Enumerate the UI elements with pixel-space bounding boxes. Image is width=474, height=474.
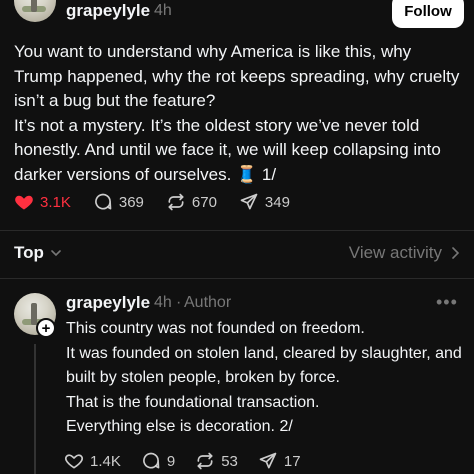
reply-line: This country was not founded on freedom. (66, 320, 365, 337)
follow-plus-icon[interactable]: + (36, 318, 56, 338)
like-button[interactable]: 3.1K (14, 192, 71, 212)
repost-icon (197, 452, 213, 470)
post-paragraph: You want to understand why America is li… (14, 42, 460, 110)
reply-reply-count: 9 (166, 452, 176, 470)
reply-like-button[interactable]: 1.4K (64, 451, 121, 471)
comment-bubble-icon (142, 452, 160, 469)
send-icon (259, 452, 277, 469)
reply-like-count: 1.4K (90, 452, 121, 470)
chevron-down-icon (51, 250, 61, 257)
reply-timestamp: 4h (154, 294, 172, 311)
author-badge: Author (184, 294, 232, 311)
reply-repost-button[interactable]: 53 (195, 451, 238, 471)
reply-line: It was founded on stolen land, cleared b… (66, 344, 462, 387)
reply-line: Everything else is decoration. 2/ (66, 418, 293, 435)
sort-label: Top (14, 243, 44, 262)
reply-repost-count: 53 (221, 452, 238, 470)
reply-share-count: 17 (283, 452, 301, 470)
repost-button[interactable]: 670 (166, 192, 217, 212)
sort-dropdown[interactable]: Top (14, 243, 62, 263)
reply-line: That is the foundational transaction. (66, 393, 320, 411)
post-actions: 3.1K 369 670 349 (14, 190, 312, 214)
post-timestamp: 4h (154, 2, 172, 19)
reply-count: 369 (118, 193, 144, 211)
send-icon (240, 193, 258, 210)
meta-separator: · (176, 294, 182, 311)
reply-actions: 1.4K 9 53 17 (64, 449, 321, 473)
share-button[interactable]: 349 (239, 192, 290, 212)
post-body: You want to understand why America is li… (14, 40, 464, 187)
post-username[interactable]: grapeylyle (66, 1, 150, 21)
view-activity-label: View activity (348, 243, 442, 262)
more-dots-icon[interactable]: ••• (436, 292, 458, 313)
share-count: 349 (264, 193, 290, 211)
reply-reply-button[interactable]: 9 (141, 451, 175, 471)
repost-icon (168, 193, 184, 211)
comment-bubble-icon (94, 193, 112, 210)
chevron-right-icon (452, 247, 460, 259)
like-count: 3.1K (40, 193, 71, 211)
divider (0, 278, 474, 279)
post-paragraph: It’s not a mystery. It’s the oldest stor… (14, 115, 441, 184)
heart-icon (64, 454, 84, 469)
reply-username[interactable]: grapeylyle (66, 293, 150, 313)
follow-button[interactable]: Follow (392, 0, 464, 28)
reply-button[interactable]: 369 (93, 192, 144, 212)
view-activity-link[interactable]: View activity (349, 243, 460, 263)
thread-line (34, 344, 36, 474)
reply-body: This country was not founded on freedom.… (66, 317, 466, 440)
reply-share-button[interactable]: 17 (258, 451, 301, 471)
divider (0, 230, 474, 231)
repost-count: 670 (191, 193, 217, 211)
heart-icon (15, 195, 33, 210)
post-avatar[interactable] (14, 0, 56, 22)
sort-row: Top View activity (14, 242, 460, 264)
